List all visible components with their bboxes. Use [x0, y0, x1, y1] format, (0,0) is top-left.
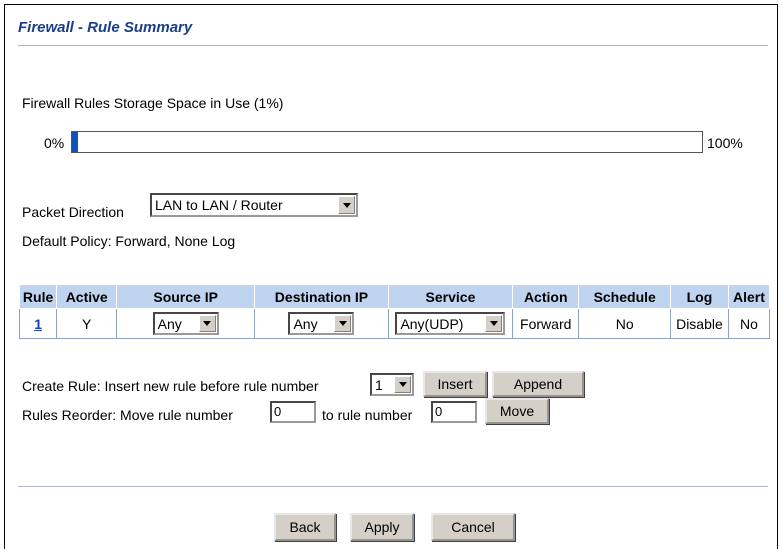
rule-number-link[interactable]: 1: [34, 316, 42, 332]
storage-label: Firewall Rules Storage Space in Use (1%): [22, 95, 284, 111]
move-to-input[interactable]: 0: [431, 401, 477, 423]
reorder-label: Rules Reorder: Move rule number: [22, 407, 233, 423]
source-ip-value: Any: [157, 315, 182, 332]
service-cell: Any(UDP): [387, 308, 514, 339]
rules-table: Rule Active Source IP Destination IP Ser…: [18, 284, 771, 339]
schedule-cell: No: [578, 308, 671, 339]
active-cell: Y: [56, 308, 118, 339]
cancel-button[interactable]: Cancel: [431, 513, 515, 541]
service-value: Any(UDP): [400, 315, 464, 332]
col-source-ip: Source IP: [116, 284, 256, 309]
insert-position-value: 1: [375, 376, 383, 393]
chevron-down-icon: [334, 315, 352, 332]
destination-ip-cell: Any: [254, 308, 389, 339]
storage-min-label: 0%: [44, 135, 65, 151]
page-frame: [4, 4, 778, 549]
col-alert: Alert: [727, 284, 771, 309]
chevron-down-icon: [338, 196, 355, 214]
service-select[interactable]: Any(UDP): [395, 312, 506, 335]
destination-ip-value: Any: [293, 315, 318, 332]
default-policy-text: Default Policy: Forward, None Log: [22, 233, 236, 249]
move-from-input[interactable]: 0: [270, 401, 316, 423]
source-ip-select[interactable]: Any: [152, 312, 219, 335]
col-schedule: Schedule: [578, 284, 671, 309]
back-button[interactable]: Back: [274, 513, 336, 541]
title-divider: [18, 45, 768, 46]
chevron-down-icon: [394, 376, 411, 393]
reorder-to-label: to rule number: [322, 407, 413, 423]
apply-button[interactable]: Apply: [350, 513, 414, 541]
create-rule-label: Create Rule: Insert new rule before rule…: [22, 378, 319, 394]
table-row: 1 Y Any Any Any(UDP) Forward No Disable …: [18, 308, 771, 339]
bottom-divider: [18, 486, 768, 487]
insert-position-select[interactable]: 1: [370, 373, 414, 396]
chevron-down-icon: [485, 315, 503, 332]
packet-direction-label: Packet Direction: [22, 204, 124, 220]
col-destination-ip: Destination IP: [254, 284, 389, 309]
page-title: Firewall - Rule Summary: [18, 19, 193, 36]
action-cell: Forward: [512, 308, 580, 339]
storage-max-label: 100%: [707, 135, 743, 151]
insert-button[interactable]: Insert: [423, 371, 487, 397]
chevron-down-icon: [198, 315, 216, 332]
append-button[interactable]: Append: [492, 371, 584, 397]
col-log: Log: [669, 284, 729, 309]
storage-progress-bar: [71, 131, 703, 153]
col-action: Action: [512, 284, 580, 309]
rule-number-cell: 1: [18, 308, 58, 339]
alert-cell: No: [727, 308, 771, 339]
source-ip-cell: Any: [116, 308, 256, 339]
col-service: Service: [387, 284, 514, 309]
move-button[interactable]: Move: [485, 398, 549, 424]
packet-direction-value: LAN to LAN / Router: [155, 197, 283, 213]
storage-progress-fill: [72, 132, 79, 152]
log-cell: Disable: [669, 308, 729, 339]
packet-direction-select[interactable]: LAN to LAN / Router: [150, 193, 358, 217]
col-active: Active: [56, 284, 118, 309]
destination-ip-select[interactable]: Any: [288, 312, 355, 335]
col-rule: Rule: [18, 284, 58, 309]
rules-table-header: Rule Active Source IP Destination IP Ser…: [18, 284, 771, 309]
